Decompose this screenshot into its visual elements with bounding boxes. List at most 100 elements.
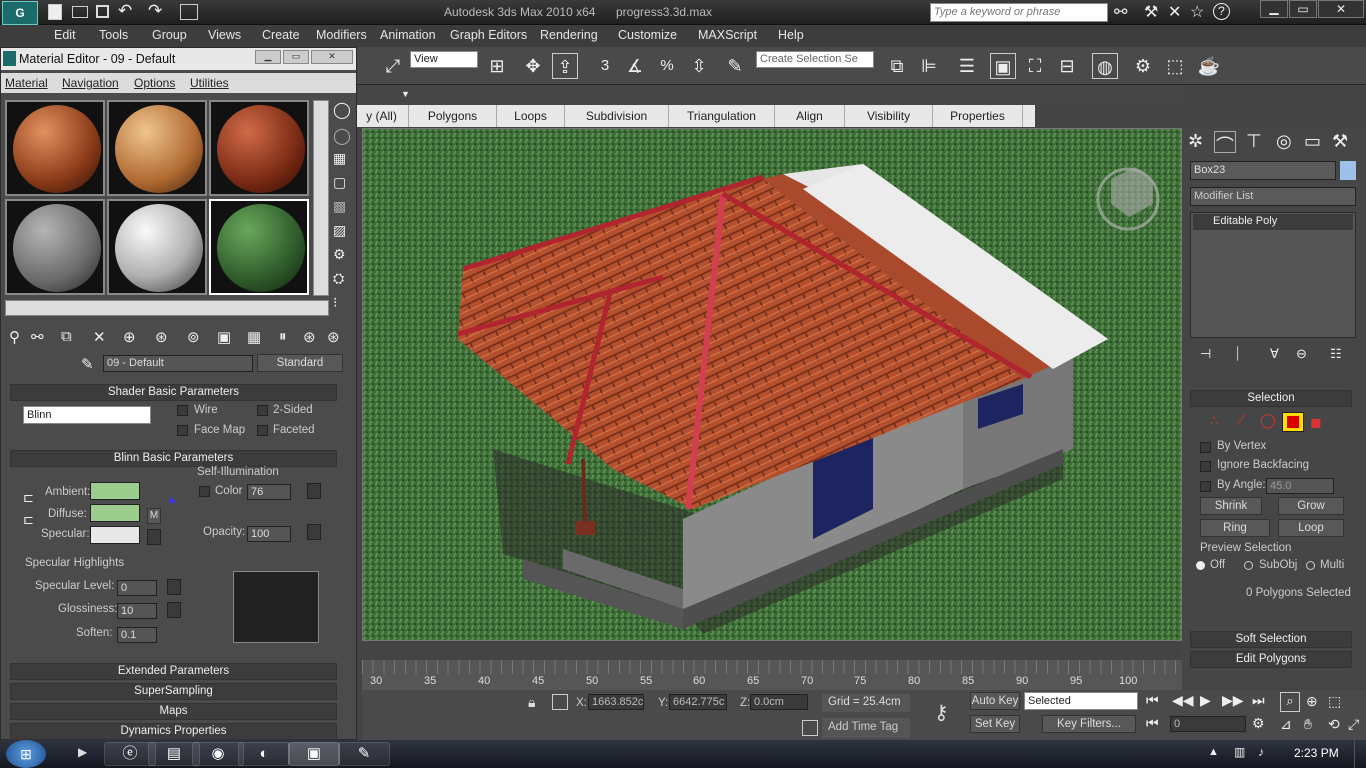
shader-dropdown[interactable]: Blinn [23,406,151,424]
self-illum-color-checkbox[interactable] [199,486,210,497]
sample-slot-active[interactable] [209,199,309,295]
named-selection-dropdown[interactable]: Create Selection Se [756,51,874,68]
menu-options[interactable]: Options [134,76,175,90]
specular-color-swatch[interactable] [90,526,140,544]
object-color-swatch[interactable] [1340,161,1356,180]
two-sided-checkbox[interactable] [257,405,268,416]
ignore-backfacing-checkbox[interactable] [1200,461,1211,472]
zoom-extents-icon[interactable]: ⬚ [1328,693,1341,710]
tray-show-hidden-icon[interactable]: ▲ [1208,746,1219,758]
reference-coordinate-dropdown[interactable]: View [410,51,478,68]
shader-basic-rollout[interactable]: Shader Basic Parameters [10,384,337,401]
material-name-field[interactable]: 09 - Default [103,355,253,372]
set-key-icon[interactable]: ⚷ [934,700,949,725]
menu-maxscript[interactable]: MAXScript [698,28,757,42]
go-forward-sibling-icon[interactable]: ⊛ [327,328,340,346]
wire-checkbox[interactable] [177,405,188,416]
x-coordinate-field[interactable]: 1663.852c [588,694,644,710]
menu-views[interactable]: Views [208,28,241,42]
preview-subobj-radio[interactable] [1244,561,1253,570]
display-tab-icon[interactable]: ▭ [1304,131,1321,152]
curve-editor-icon[interactable]: ⛶ [1022,53,1048,79]
editor-close-button[interactable]: ✕ [311,50,353,64]
schematic-view-icon[interactable]: ⊟ [1054,53,1080,79]
snap-toggle-icon[interactable]: 3 [592,53,618,79]
z-coordinate-field[interactable]: 0.0cm [750,694,808,710]
tab-visibility[interactable]: Visibility [845,105,933,127]
lock-ambient-icon[interactable]: ⊏ [23,490,34,506]
material-navigator-icon[interactable]: ⁝ [333,294,337,311]
tab-align[interactable]: Align [775,105,845,127]
edit-polygons-rollout[interactable]: Edit Polygons [1190,651,1352,668]
select-by-material-icon[interactable]: ⛭ [333,270,344,287]
start-button[interactable]: ⊞ [6,740,46,768]
pin-stack-icon[interactable]: ⊣ [1200,346,1211,362]
sample-slot[interactable] [209,100,309,196]
sample-slot[interactable] [5,199,105,295]
tab-polygons[interactable]: Polygons [409,105,497,127]
specular-level-map-button[interactable] [167,579,181,595]
shrink-button[interactable]: Shrink [1200,497,1262,515]
diffuse-map-button[interactable]: M [147,508,161,524]
absolute-mode-icon[interactable] [552,694,568,710]
sample-scrollbar[interactable] [313,100,329,296]
tab-all[interactable]: y (All) [355,105,409,127]
menu-navigation[interactable]: Navigation [62,76,119,90]
menu-utilities[interactable]: Utilities [190,76,229,90]
tab-subdivision[interactable]: Subdivision [565,105,669,127]
go-to-parent-icon[interactable]: ⊛ [303,328,316,346]
material-type-button[interactable]: Standard [257,354,343,372]
select-manipulate-icon[interactable]: ✥ [520,53,546,79]
orbit-icon[interactable]: ⟲ [1328,716,1340,733]
options-icon[interactable]: ⚙ [333,246,346,263]
assign-material-icon[interactable]: ⧉ [61,328,72,345]
menu-graph-editors[interactable]: Graph Editors [450,28,527,42]
modifier-stack[interactable]: Editable Poly [1190,212,1356,338]
go-to-start-icon[interactable]: ⏮ [1146,692,1159,709]
eyedropper-icon[interactable]: ✎ [81,355,94,373]
maps-rollout[interactable]: Maps [10,703,337,720]
extended-parameters-rollout[interactable]: Extended Parameters [10,663,337,680]
put-to-scene-icon[interactable]: ⚯ [31,328,44,346]
copy-material-icon[interactable]: ⊕ [123,328,136,346]
opacity-field[interactable]: 100 [247,526,291,542]
render-setup-icon[interactable]: ⚙ [1130,53,1156,79]
soft-selection-rollout[interactable]: Soft Selection [1190,631,1352,648]
undo-icon[interactable]: ↶ [118,1,132,21]
favorites-icon[interactable]: ☆ [1190,2,1204,22]
timeline[interactable]: 30 35 40 45 50 55 60 65 70 75 80 85 90 9… [362,660,1182,690]
next-frame-icon[interactable]: ▶▶ [1222,692,1244,709]
layer-manager-icon[interactable]: ☰ [954,53,980,79]
show-desktop-icon[interactable]: ▶ [78,745,87,759]
sample-hscrollbar[interactable] [5,300,329,316]
diffuse-color-swatch[interactable] [90,504,140,522]
menu-customize[interactable]: Customize [618,28,677,42]
y-coordinate-field[interactable]: 6642.775c [669,694,727,710]
save-icon[interactable] [96,5,109,18]
auto-key-button[interactable]: Auto Key [970,692,1020,710]
hierarchy-tab-icon[interactable]: ⊤ [1246,131,1262,152]
ribbon-expand-icon[interactable]: ▼ [401,89,410,99]
create-tab-icon[interactable]: ✲ [1188,131,1203,152]
backlight-icon[interactable]: ◯ [333,126,351,146]
menu-rendering[interactable]: Rendering [540,28,598,42]
go-to-end-icon[interactable]: ⏭ [1252,692,1265,709]
selection-rollout-header[interactable]: Selection [1190,390,1352,407]
self-illum-value[interactable]: 76 [247,484,291,500]
menu-material[interactable]: Material [5,76,48,90]
lock-icon[interactable]: 🔒︎ [528,694,535,711]
tab-loops[interactable]: Loops [497,105,565,127]
play-icon[interactable]: ▶ [1200,692,1211,709]
show-map-icon[interactable]: ▦ [247,328,261,346]
tab-properties[interactable]: Properties [933,105,1023,127]
communication-icon[interactable]: ✕ [1168,2,1181,22]
material-id-icon[interactable]: ▣ [217,328,231,346]
media-player-icon[interactable]: ◐ [238,742,290,766]
loop-button[interactable]: Loop [1278,519,1344,537]
add-time-tag-button[interactable]: Add Time Tag [822,718,910,738]
preview-off-radio[interactable] [1196,561,1205,570]
show-desktop-button[interactable] [1354,740,1366,768]
select-scale-icon[interactable]: ⤢ [380,53,406,79]
make-unique-icon[interactable]: ∀ [1270,346,1279,362]
motion-tab-icon[interactable]: ◎ [1276,131,1292,152]
